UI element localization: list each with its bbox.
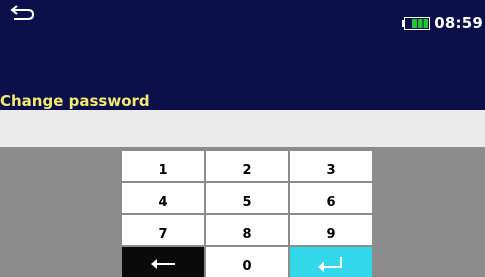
key-1[interactable]: 1: [122, 151, 204, 181]
back-button[interactable]: [8, 2, 38, 26]
key-0[interactable]: 0: [206, 247, 288, 277]
status-area: 08:59: [402, 14, 483, 32]
key-9[interactable]: 9: [290, 215, 372, 245]
key-label: 0: [242, 259, 252, 274]
backspace-arrow-icon: [151, 259, 175, 269]
key-label: 8: [242, 227, 252, 242]
numeric-keypad: 1 2 3 4 5 6 7 8 9 0: [122, 151, 372, 277]
key-8[interactable]: 8: [206, 215, 288, 245]
key-label: 6: [326, 195, 336, 210]
clock: 08:59: [434, 14, 483, 32]
key-3[interactable]: 3: [290, 151, 372, 181]
enter-icon: [318, 257, 342, 272]
key-enter[interactable]: [290, 247, 372, 277]
header-bar: 08:59 Change password: [0, 0, 485, 110]
key-label: 3: [326, 163, 336, 178]
password-input[interactable]: [0, 110, 485, 147]
key-label: 2: [242, 163, 252, 178]
key-label: 7: [158, 227, 168, 242]
key-4[interactable]: 4: [122, 183, 204, 213]
battery-icon: [402, 16, 431, 30]
key-label: 9: [326, 227, 336, 242]
return-arrow-icon: [10, 5, 35, 20]
key-label: 4: [158, 195, 168, 210]
key-label: 1: [158, 163, 168, 178]
key-6[interactable]: 6: [290, 183, 372, 213]
key-5[interactable]: 5: [206, 183, 288, 213]
key-2[interactable]: 2: [206, 151, 288, 181]
key-7[interactable]: 7: [122, 215, 204, 245]
key-backspace[interactable]: [122, 247, 204, 277]
page-title: Change password: [0, 92, 150, 110]
key-label: 5: [242, 195, 252, 210]
